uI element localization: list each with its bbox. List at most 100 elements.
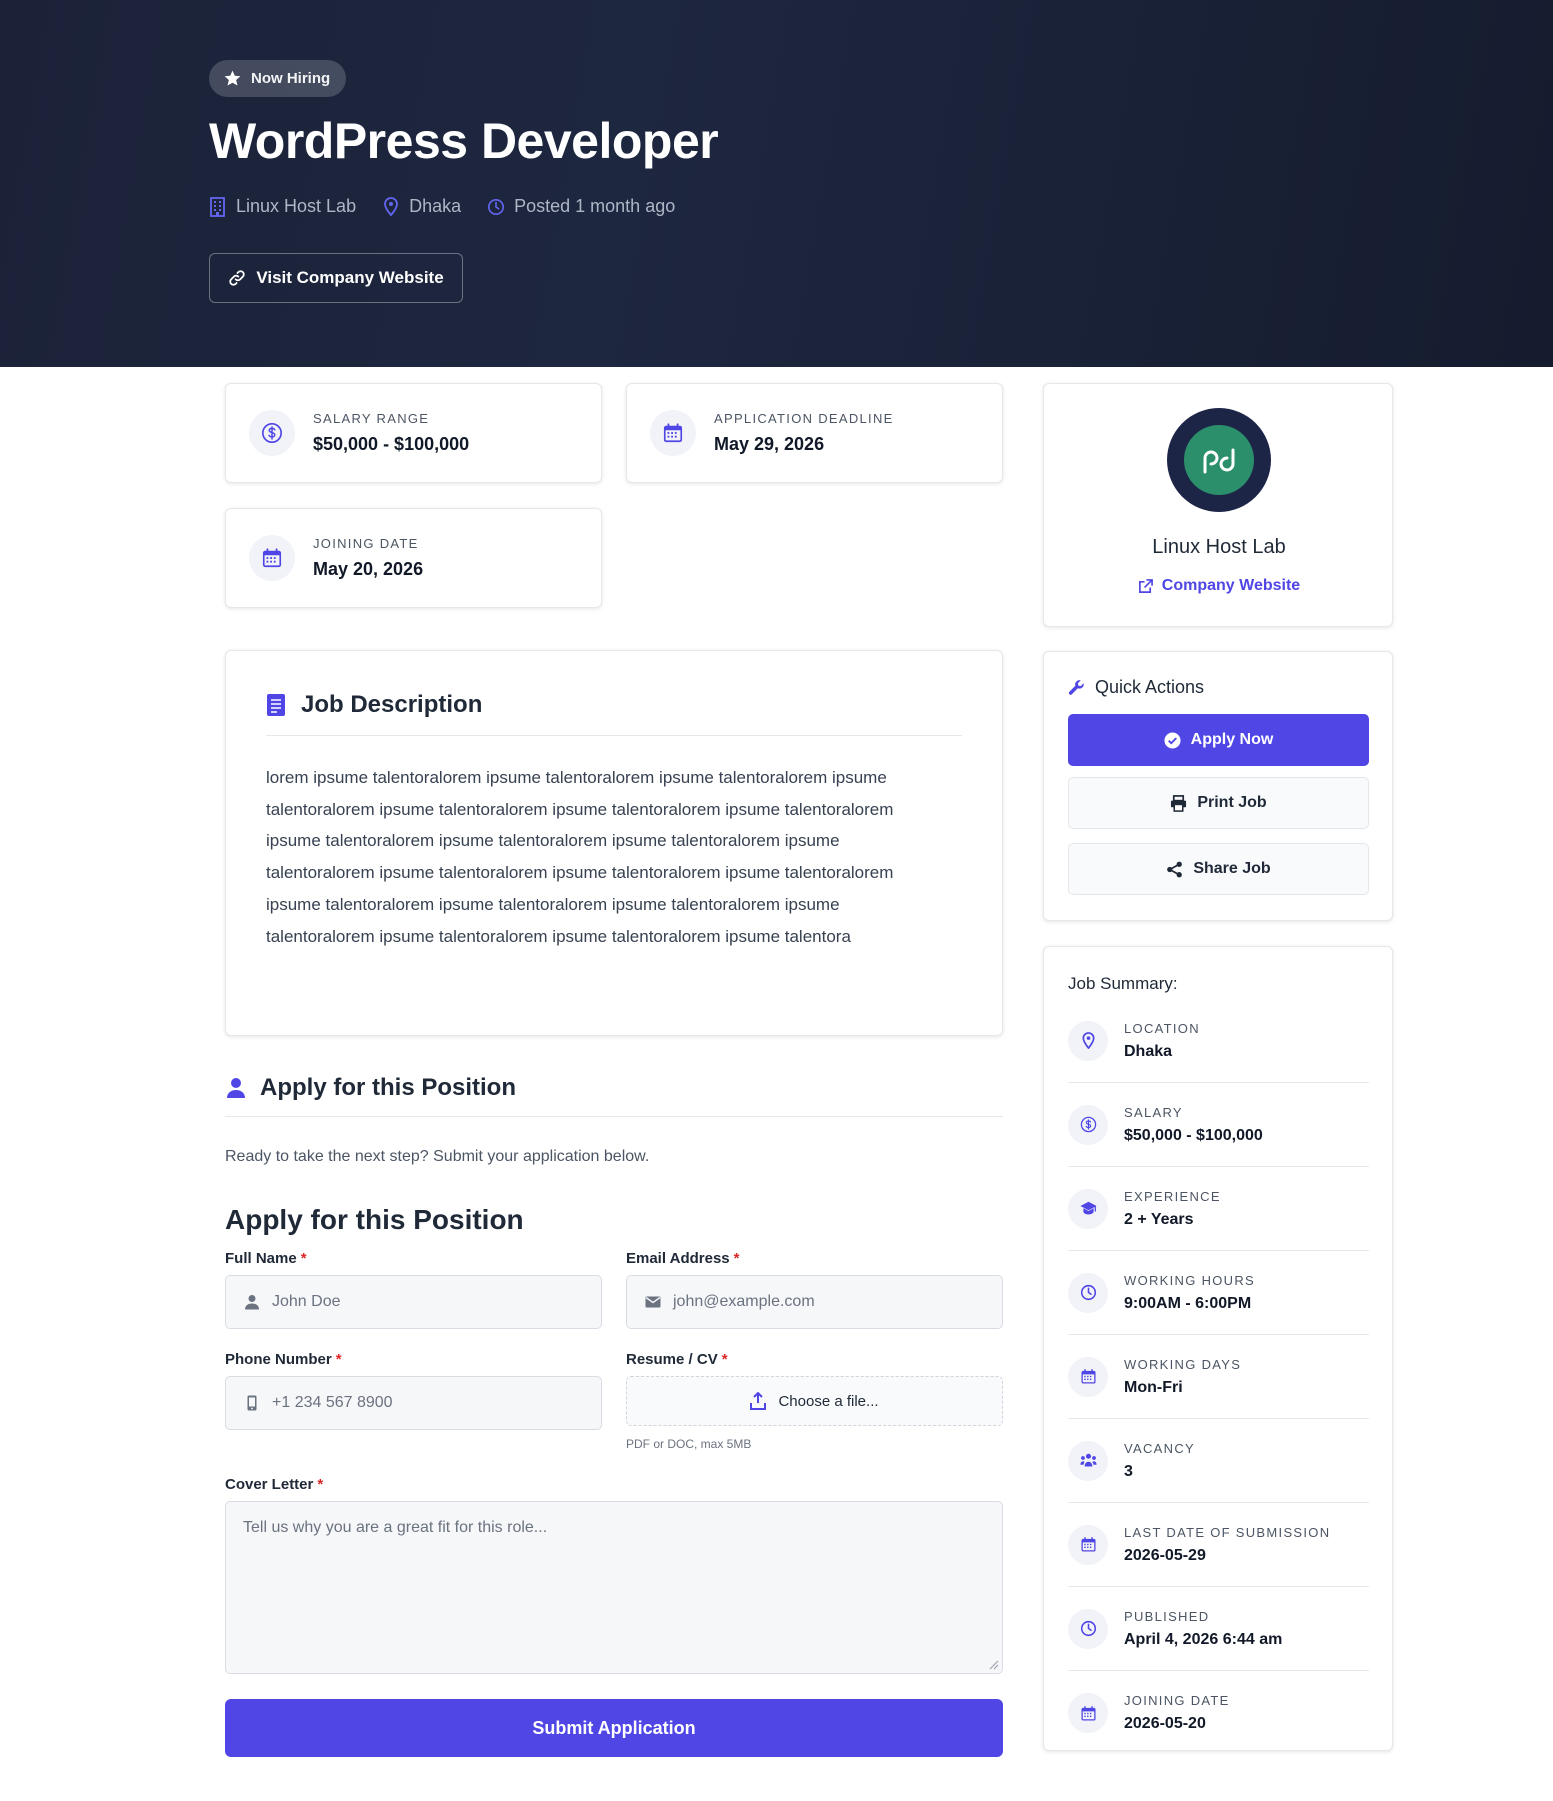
summary-label: EXPERIENCE: [1124, 1188, 1221, 1204]
summary-row-published: PUBLISHED April 4, 2026 6:44 am: [1068, 1587, 1369, 1671]
apply-now-button[interactable]: Apply Now: [1068, 714, 1369, 766]
company-logo-icon: [1203, 448, 1235, 474]
summary-value: Dhaka: [1124, 1042, 1173, 1060]
resume-hint: PDF or DOC, max 5MB: [626, 1437, 752, 1451]
visit-company-website-button[interactable]: Visit Company Website: [209, 253, 463, 303]
summary-row-experience: EXPERIENCE 2 + Years: [1068, 1167, 1369, 1251]
check-circle-icon: [1164, 731, 1181, 749]
summary-label: SALARY: [1124, 1104, 1183, 1120]
summary-row-location: LOCATION Dhaka: [1068, 999, 1369, 1083]
job-summary-title: Job Summary:: [1068, 974, 1178, 993]
resume-label: Resume / CV *: [626, 1351, 728, 1368]
calendar-icon: [663, 423, 683, 443]
quick-actions-title: Quick Actions: [1095, 677, 1205, 697]
application-form-title: Apply for this Position: [225, 1204, 524, 1235]
job-description-card: Job Description lorem ipsume talentoralo…: [225, 650, 1003, 1036]
summary-row-joining-date: JOINING DATE 2026-05-20: [1068, 1671, 1369, 1755]
cover-letter-label: Cover Letter *: [225, 1476, 324, 1493]
now-hiring-badge: Now Hiring: [209, 60, 347, 97]
summary-label: PUBLISHED: [1124, 1608, 1210, 1624]
upload-icon: [750, 1392, 767, 1410]
stat-card-salary: SALARY RANGE $50,000 - $100,000: [225, 383, 602, 483]
stat-value: May 20, 2026: [313, 559, 424, 579]
phone-input[interactable]: +1 234 567 8900: [225, 1376, 602, 1430]
location-pin-icon: [1081, 1032, 1095, 1049]
stat-label: JOINING DATE: [313, 536, 419, 551]
apply-section-heading: Apply for this Position: [225, 1074, 1003, 1117]
company-logo: [1167, 408, 1271, 512]
badge-label: Now Hiring: [251, 70, 331, 87]
stat-label: SALARY RANGE: [313, 411, 430, 426]
building-icon: [210, 196, 225, 217]
email-input[interactable]: john@example.com: [626, 1275, 1003, 1329]
summary-label: VACANCY: [1124, 1440, 1195, 1456]
summary-label: WORKING DAYS: [1124, 1356, 1242, 1372]
apply-heading-title: Apply for this Position: [260, 1074, 516, 1101]
summary-value: 2 + Years: [1124, 1210, 1194, 1228]
summary-row-last-date: LAST DATE OF SUBMISSION 2026-05-29: [1068, 1503, 1369, 1587]
job-description-title: Job Description: [301, 691, 483, 718]
full-name-label: Full Name *: [225, 1250, 307, 1267]
stat-card-deadline: APPLICATION DEADLINE May 29, 2026: [626, 383, 1003, 483]
print-job-label: Print Job: [1197, 794, 1267, 811]
full-name-input[interactable]: John Doe: [225, 1275, 602, 1329]
phone-placeholder: +1 234 567 8900: [272, 1394, 393, 1411]
summary-value: Mon-Fri: [1124, 1378, 1183, 1396]
required-marker: *: [721, 1351, 728, 1368]
visit-button-label: Visit Company Website: [256, 268, 444, 287]
cover-letter-textarea[interactable]: Tell us why you are a great fit for this…: [225, 1501, 1003, 1674]
resume-file-picker[interactable]: Choose a file...: [626, 1376, 1003, 1426]
submit-application-button[interactable]: Submit Application: [225, 1699, 1003, 1757]
share-job-button[interactable]: Share Job: [1068, 843, 1369, 895]
calendar-icon: [1080, 1705, 1096, 1721]
clock-icon: [1080, 1620, 1096, 1637]
required-marker: *: [335, 1351, 342, 1368]
calendar-icon: [1080, 1537, 1096, 1552]
print-job-button[interactable]: Print Job: [1068, 777, 1369, 829]
company-card: Linux Host Lab Company Website: [1043, 383, 1393, 627]
required-marker: *: [733, 1250, 740, 1267]
summary-row-working-days: WORKING DAYS Mon-Fri: [1068, 1335, 1369, 1419]
job-title: WordPress Developer: [209, 113, 719, 169]
share-job-label: Share Job: [1193, 860, 1271, 877]
envelope-icon: [645, 1296, 661, 1308]
email-placeholder: john@example.com: [673, 1293, 815, 1310]
summary-row-vacancy: VACANCY 3: [1068, 1419, 1369, 1503]
share-icon: [1167, 861, 1183, 877]
job-meta: Linux Host Lab Dhaka Posted 1 month ago: [209, 196, 675, 217]
user-icon: [245, 1295, 259, 1310]
summary-label: LOCATION: [1124, 1020, 1200, 1036]
meta-company: Linux Host Lab: [209, 196, 356, 217]
graduation-cap-icon: [1079, 1201, 1097, 1215]
summary-label: LAST DATE OF SUBMISSION: [1124, 1524, 1331, 1540]
company-name: Linux Host Lab: [1152, 536, 1286, 558]
email-label: Email Address *: [626, 1250, 740, 1267]
cover-letter-placeholder: Tell us why you are a great fit for this…: [243, 1519, 548, 1536]
file-picker-label: Choose a file...: [778, 1392, 879, 1410]
location-pin-icon: [384, 196, 398, 216]
meta-location-label: Dhaka: [409, 196, 462, 216]
summary-value: 3: [1124, 1462, 1133, 1480]
full-name-placeholder: John Doe: [272, 1293, 341, 1310]
external-link-icon: [1138, 578, 1153, 593]
wrench-icon: [1068, 680, 1084, 695]
quick-actions-card: Quick Actions Apply Now Print Job Share …: [1043, 651, 1393, 921]
dollar-icon: [262, 423, 282, 443]
document-icon: [267, 694, 285, 716]
apply-now-label: Apply Now: [1190, 731, 1274, 748]
link-icon: [229, 270, 245, 286]
stat-value: $50,000 - $100,000: [313, 434, 470, 454]
star-icon: [224, 70, 241, 86]
resize-grip-icon[interactable]: [987, 1658, 999, 1670]
calendar-icon: [1080, 1369, 1096, 1384]
summary-value: $50,000 - $100,000: [1124, 1126, 1263, 1144]
summary-value: 2026-05-20: [1124, 1715, 1206, 1732]
summary-value: April 4, 2026 6:44 am: [1124, 1630, 1283, 1648]
phone-label: Phone Number *: [225, 1351, 342, 1368]
user-icon: [227, 1078, 245, 1098]
job-summary-card: Job Summary: LOCATION Dhaka SALARY $50,000…: [1043, 946, 1393, 1751]
stat-card-joining-date: JOINING DATE May 20, 2026: [225, 508, 602, 608]
company-website-link[interactable]: Company Website: [1044, 577, 1394, 595]
meta-posted-label: Posted 1 month ago: [514, 196, 676, 216]
required-marker: *: [317, 1476, 324, 1493]
